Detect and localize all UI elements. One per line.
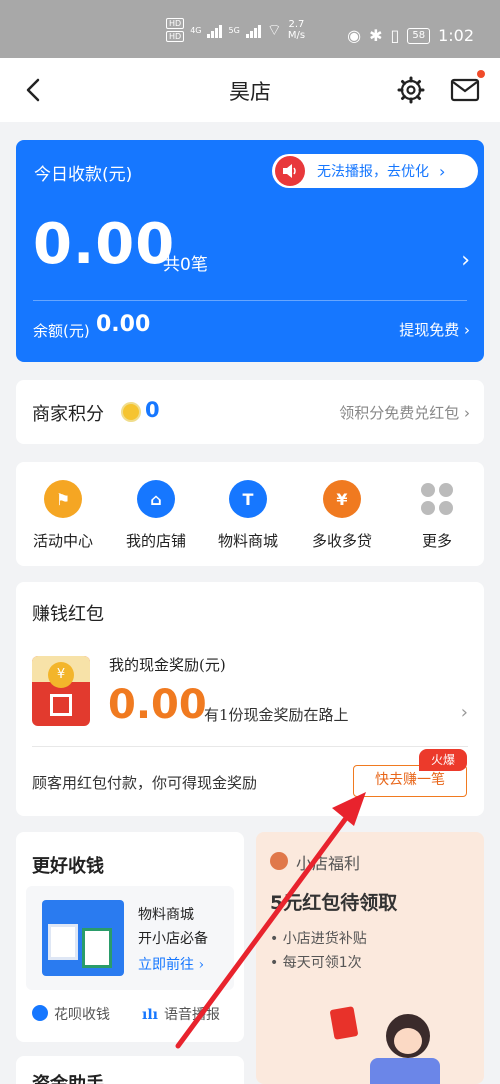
qr-stand-image bbox=[42, 900, 124, 976]
go-now-link[interactable]: 立即前往 › bbox=[138, 954, 204, 974]
withdraw-label: 提现免费 bbox=[399, 321, 460, 339]
voice-optimize-text: 无法播报，去优化 bbox=[317, 164, 429, 180]
materials-promo[interactable]: 物料商城 开小店必备 立即前往 › bbox=[26, 886, 234, 990]
voice-broadcast-link[interactable]: ılı 语音播报 bbox=[142, 1004, 220, 1024]
better-collect-card: 更好收钱 物料商城 开小店必备 立即前往 › 花呗收钱 ılı 语音播报 bbox=[16, 832, 244, 1042]
balance-label: 余额(元) bbox=[33, 322, 90, 340]
vibrate-icon: ▯ bbox=[390, 26, 400, 45]
welfare-icon bbox=[270, 852, 288, 870]
materials-icon: T bbox=[229, 480, 267, 518]
eye-icon: ◉ bbox=[347, 26, 362, 45]
bluetooth-icon: ✱ bbox=[369, 26, 383, 45]
menu-label: 多收多贷 bbox=[311, 532, 372, 550]
wifi-icon: ⌔ bbox=[266, 20, 282, 39]
qr-code-image bbox=[82, 928, 112, 968]
promo-line-1: 物料商城 bbox=[138, 907, 194, 923]
qr-code-image bbox=[48, 924, 78, 960]
points-label: 商家积分 bbox=[32, 404, 104, 425]
signal-icon-2 bbox=[245, 22, 261, 38]
menu-label: 我的店铺 bbox=[125, 532, 186, 550]
go-now-label: 立即前往 bbox=[138, 957, 194, 973]
red-packet-card: 赚钱红包 ¥ 我的现金奖励(元) 0.00 有1份现金奖励在路上 › 顾客用红包… bbox=[16, 582, 484, 816]
withdraw-link[interactable]: 提现免费 › bbox=[399, 319, 470, 340]
chevron-right-icon[interactable]: › bbox=[461, 248, 470, 273]
status-bar: HD HD 4G 5G ⌔ 2.7 M/s ◉ ✱ ▯ 58 1:02 bbox=[0, 0, 500, 58]
mail-icon[interactable] bbox=[450, 77, 480, 103]
hd-badge-2: HD bbox=[166, 31, 185, 42]
menu-label: 活动中心 bbox=[32, 532, 93, 550]
speed-value: 2.7 bbox=[288, 19, 305, 30]
red-packet-description: 顾客用红包付款，你可得现金奖励 bbox=[32, 774, 258, 792]
shop-icon: ⌂ bbox=[137, 480, 175, 518]
welfare-headline: 5元红包待领取 bbox=[270, 892, 398, 914]
points-value: 0 bbox=[145, 398, 160, 422]
revenue-card[interactable]: 今日收款(元) 无法播报，去优化 › 0.00 共0笔 › 余额(元) 0.00… bbox=[16, 140, 484, 362]
coin-icon bbox=[121, 402, 141, 422]
menu-item-activity-center[interactable]: ⚑ 活动中心 bbox=[18, 480, 108, 551]
menu-item-my-shop[interactable]: ⌂ 我的店铺 bbox=[111, 480, 201, 551]
merchant-points-card[interactable]: 商家积分 0 领积分免费兑红包 › bbox=[16, 380, 484, 444]
battery-icon: 58 bbox=[407, 27, 431, 44]
gear-icon[interactable] bbox=[397, 76, 425, 104]
welfare-line-1: • 小店进货补贴 bbox=[270, 931, 367, 947]
red-packet-title: 赚钱红包 bbox=[32, 604, 104, 625]
shop-welfare-card[interactable]: 小店福利 5元红包待领取 • 小店进货补贴 • 每天可领1次 bbox=[256, 832, 484, 1084]
app-header: 昊店 bbox=[0, 58, 500, 122]
divider bbox=[33, 300, 467, 301]
welfare-line-2: • 每天可领1次 bbox=[270, 955, 362, 971]
points-redeem-label: 领积分免费兑红包 bbox=[339, 404, 460, 422]
menu-item-more[interactable]: 更多 bbox=[392, 480, 482, 551]
hot-badge: 火爆 bbox=[419, 749, 467, 771]
menu-item-materials-mall[interactable]: T 物料商城 bbox=[203, 480, 293, 551]
chevron-right-icon: › bbox=[439, 161, 446, 181]
yuan-coin-icon: ¥ bbox=[48, 662, 74, 688]
huabei-collect-link[interactable]: 花呗收钱 bbox=[32, 1004, 110, 1024]
shopping-bag-illustration bbox=[370, 1058, 440, 1084]
red-envelope-illustration bbox=[329, 1006, 359, 1040]
red-packet-icon: ¥ bbox=[32, 656, 90, 726]
speaker-icon bbox=[275, 156, 305, 186]
balance-amount: 0.00 bbox=[96, 312, 151, 337]
qr-icon bbox=[50, 694, 72, 716]
clock: 1:02 bbox=[438, 26, 474, 45]
hd-badge-1: HD bbox=[166, 18, 185, 29]
network-speed: 2.7 M/s bbox=[288, 19, 305, 41]
voice-broadcast-label: 语音播报 bbox=[163, 1007, 220, 1023]
transaction-count: 共0笔 bbox=[163, 255, 208, 275]
huabei-icon bbox=[32, 1005, 48, 1021]
cash-reward-label: 我的现金奖励(元) bbox=[109, 656, 226, 674]
revenue-label: 今日收款(元) bbox=[34, 165, 133, 185]
revenue-amount: 0.00 bbox=[33, 212, 176, 277]
promo-line-2: 开小店必备 bbox=[138, 931, 208, 947]
hd-indicator: HD HD bbox=[166, 18, 185, 42]
huabei-label: 花呗收钱 bbox=[54, 1007, 110, 1023]
points-redeem-link[interactable]: 领积分免费兑红包 › bbox=[339, 402, 470, 423]
divider bbox=[32, 746, 468, 747]
collect-title: 更好收钱 bbox=[32, 856, 104, 877]
welfare-title: 小店福利 bbox=[296, 854, 361, 873]
chevron-right-icon[interactable]: › bbox=[461, 702, 468, 723]
notification-dot bbox=[477, 70, 485, 78]
menu-item-loans[interactable]: ¥ 多收多贷 bbox=[297, 480, 387, 551]
loan-icon: ¥ bbox=[323, 480, 361, 518]
network-5g-label: 5G bbox=[228, 25, 240, 35]
page-title: 昊店 bbox=[229, 80, 271, 104]
shortcut-menu: ⚑ 活动中心 ⌂ 我的店铺 T 物料商城 ¥ 多收多贷 更多 bbox=[16, 462, 484, 566]
cash-reward-amount: 0.00 bbox=[108, 682, 207, 728]
reward-on-way-text[interactable]: 有1份现金奖励在路上 bbox=[204, 704, 349, 725]
funds-title: 资金助手 bbox=[32, 1070, 104, 1084]
funds-assistant-card[interactable]: 资金助手 bbox=[16, 1056, 244, 1084]
more-icon bbox=[418, 480, 456, 518]
menu-label: 更多 bbox=[421, 532, 452, 550]
menu-label: 物料商城 bbox=[217, 532, 278, 550]
signal-icon bbox=[207, 22, 223, 38]
flag-icon: ⚑ bbox=[44, 480, 82, 518]
shopper-face bbox=[394, 1028, 422, 1054]
speed-unit: M/s bbox=[287, 30, 306, 41]
network-4g-label: 4G bbox=[190, 25, 202, 35]
sound-wave-icon: ılı bbox=[142, 1007, 158, 1023]
voice-optimize-button[interactable]: 无法播报，去优化 › bbox=[272, 154, 478, 188]
